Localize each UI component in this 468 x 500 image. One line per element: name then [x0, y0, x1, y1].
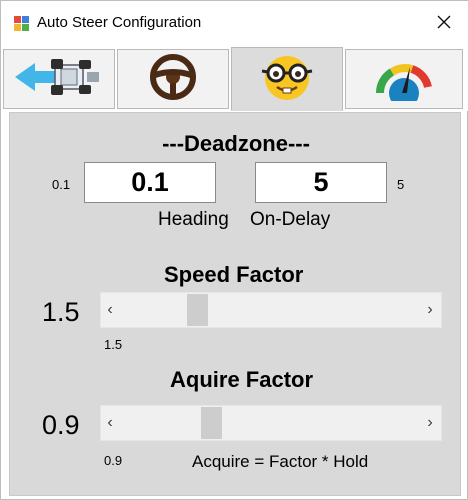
acquire-formula-note: Acquire = Factor * Hold — [192, 452, 369, 471]
steering-wheel-icon — [149, 53, 197, 106]
nerd-face-icon — [258, 52, 316, 107]
close-button[interactable] — [419, 7, 468, 41]
acquire-factor-scrollbar[interactable]: ‹ › — [100, 405, 442, 441]
speed-factor-scroll-thumb[interactable] — [186, 294, 208, 326]
heading-deadzone-input[interactable]: 0.1 — [84, 162, 216, 203]
ondelay-side-value: 5 — [397, 177, 405, 192]
scroll-left-arrow-icon[interactable]: ‹ — [101, 293, 119, 327]
close-icon — [437, 15, 451, 34]
vehicle-arrow-icon — [11, 57, 107, 102]
acquire-factor-value: 0.9 — [42, 410, 80, 440]
heading-label: Heading — [158, 209, 229, 230]
window-title: Auto Steer Configuration — [37, 14, 202, 31]
deadzone-panel: ---Deadzone--- 0.1 0.1 5 5 Heading On-De… — [9, 112, 461, 496]
speed-factor-value: 1.5 — [42, 297, 80, 327]
window-app-icon — [13, 15, 30, 32]
acquire-factor-min-label: 0.9 — [104, 453, 123, 468]
acquire-factor-title: Aquire Factor — [170, 367, 314, 392]
scroll-right-arrow-icon[interactable]: › — [421, 293, 439, 327]
tab-vehicle[interactable] — [3, 49, 115, 109]
gauge-icon — [372, 53, 436, 108]
tab-deadzone[interactable] — [231, 47, 343, 111]
ondelay-input[interactable]: 5 — [255, 162, 387, 203]
heading-side-value: 0.1 — [52, 177, 71, 192]
deadzone-title: ---Deadzone--- — [162, 131, 310, 156]
speed-factor-title: Speed Factor — [164, 262, 304, 287]
speed-factor-scrollbar[interactable]: ‹ › — [100, 292, 442, 328]
ondelay-label: On-Delay — [250, 209, 331, 230]
auto-steer-config-window: Auto Steer Configuration ---Deadzone--- … — [0, 0, 468, 500]
scroll-left-arrow-icon[interactable]: ‹ — [101, 406, 119, 440]
tab-strip — [1, 47, 468, 111]
acquire-factor-scroll-thumb[interactable] — [201, 407, 223, 439]
tab-steering[interactable] — [117, 49, 229, 109]
scroll-right-arrow-icon[interactable]: › — [421, 406, 439, 440]
speed-factor-min-label: 1.5 — [104, 337, 123, 352]
title-bar[interactable]: Auto Steer Configuration — [1, 1, 468, 47]
tab-gauge[interactable] — [345, 49, 463, 109]
